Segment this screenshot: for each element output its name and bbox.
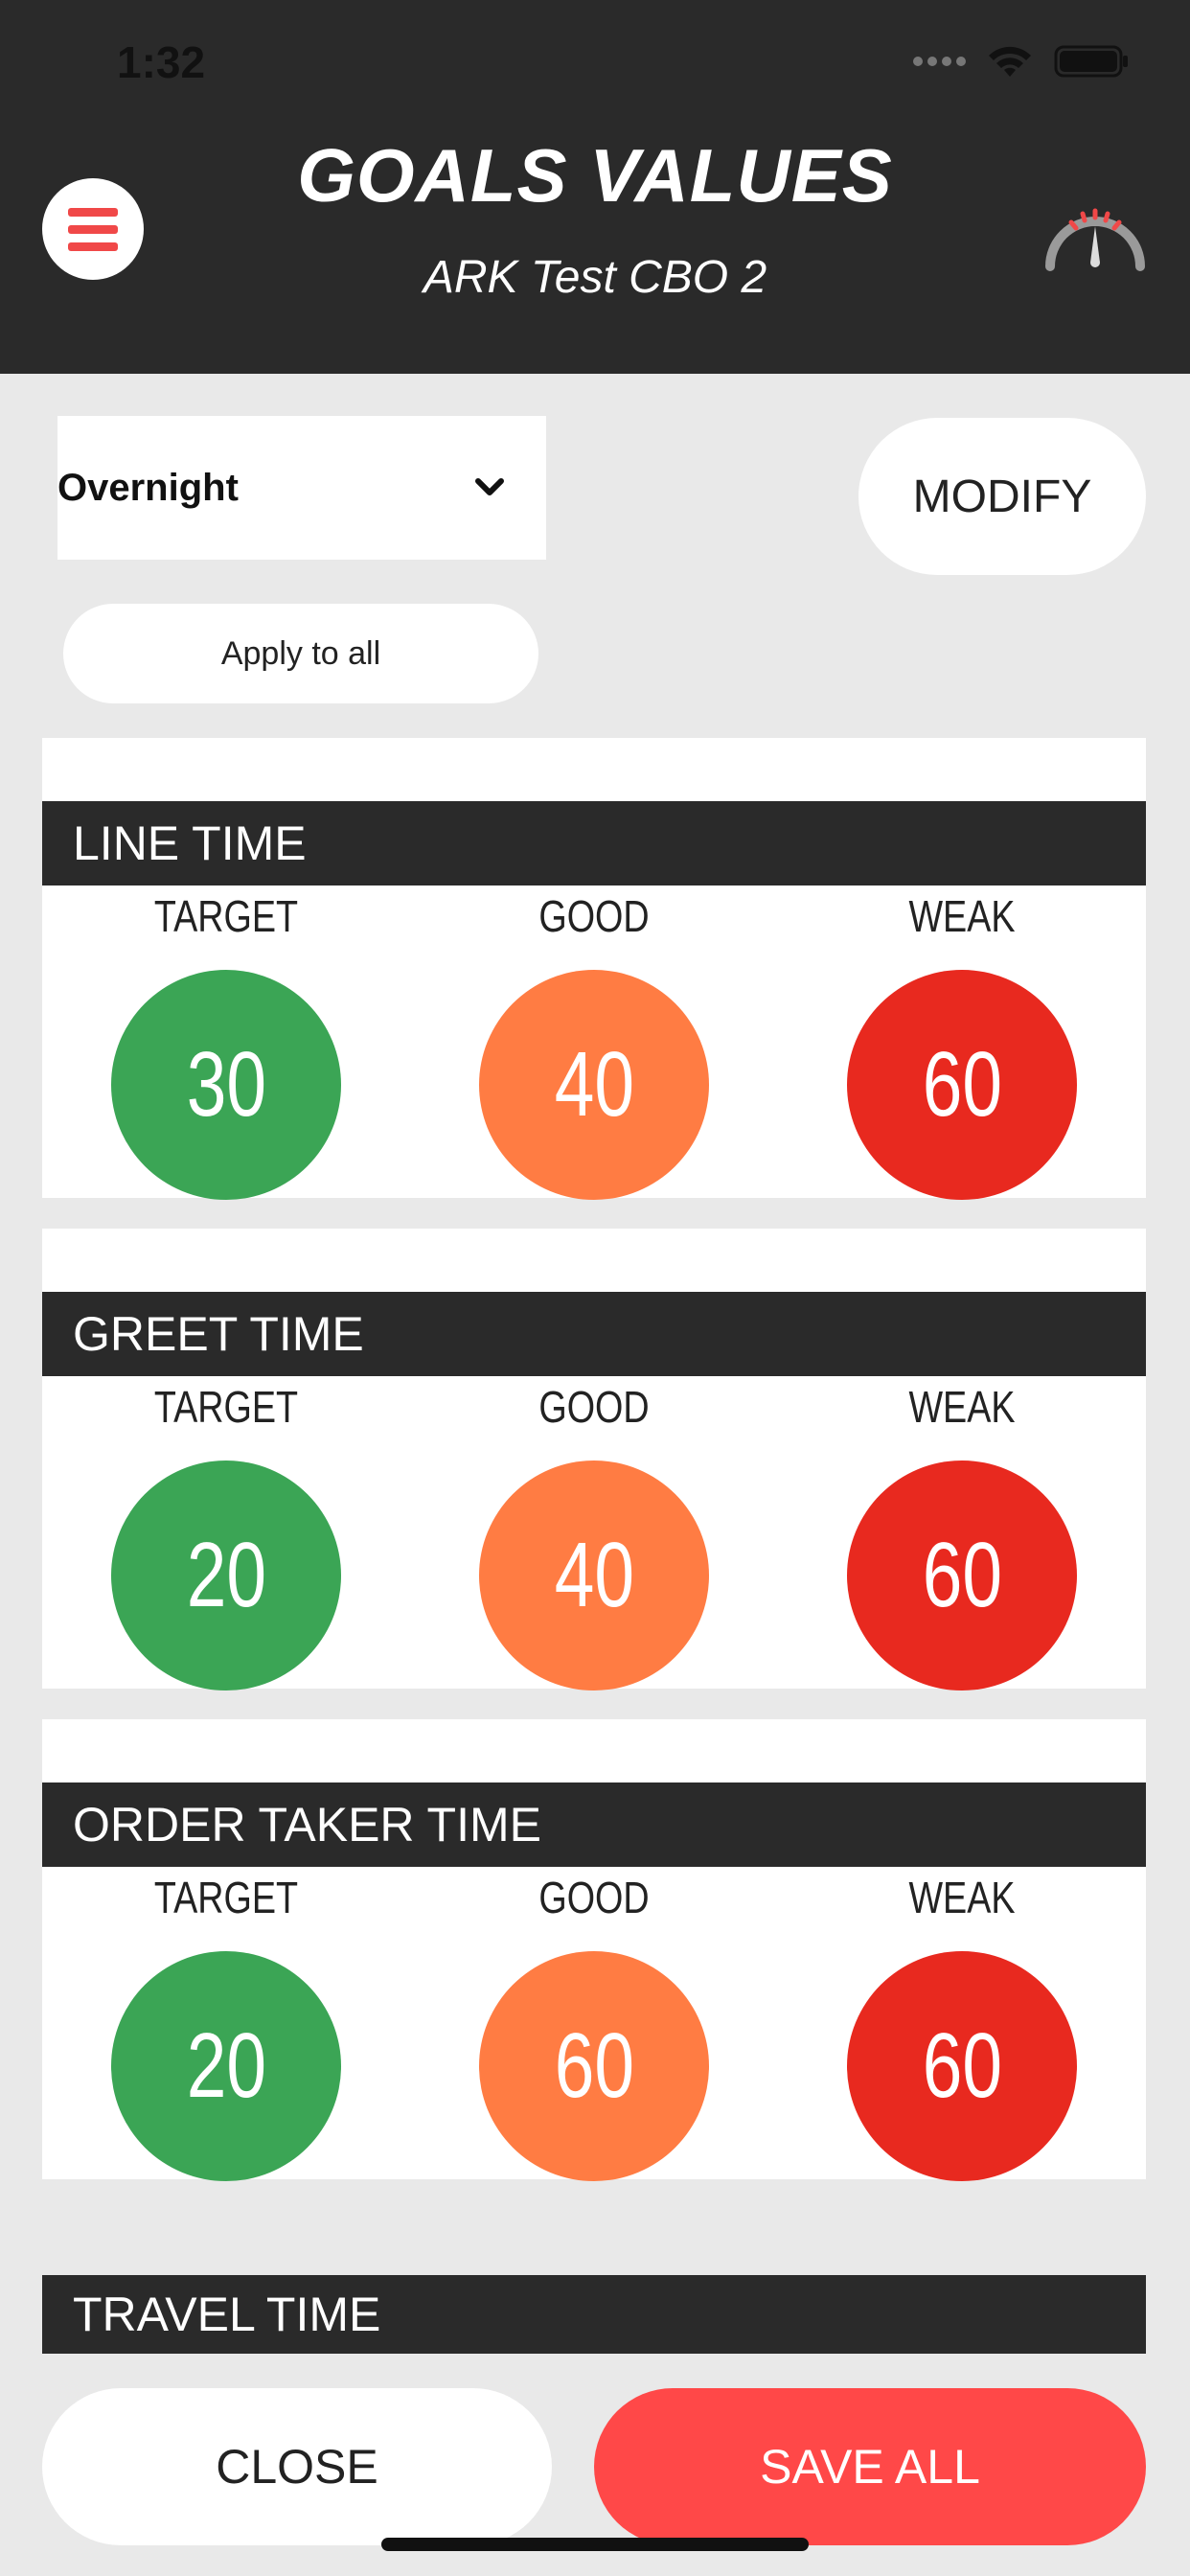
metric-title: LINE TIME <box>42 801 1146 886</box>
page-title: GOALS VALUES <box>297 133 893 218</box>
weak-value-circle[interactable]: 60 <box>847 970 1077 1200</box>
metric-title: ORDER TAKER TIME <box>42 1782 1146 1867</box>
app-header: 1:32 GOALS VALUES ARK Test CBO 2 <box>0 0 1190 374</box>
target-value-circle[interactable]: 20 <box>111 1951 341 2181</box>
metric-label: WEAK <box>908 1873 1016 1922</box>
metric-label: GOOD <box>538 1382 650 1432</box>
metric-weak[interactable]: WEAK 60 <box>778 1376 1146 1690</box>
metric-label: TARGET <box>153 1873 299 1922</box>
metric-label: TARGET <box>153 891 299 941</box>
store-name: ARK Test CBO 2 <box>423 252 767 303</box>
metric-label: WEAK <box>908 1382 1016 1432</box>
metric-label: WEAK <box>908 891 1016 941</box>
weak-value-circle[interactable]: 60 <box>847 1460 1077 1690</box>
good-value-circle[interactable]: 60 <box>479 1951 709 2181</box>
chevron-down-icon <box>475 478 504 495</box>
daypart-select-value: Overnight <box>57 466 239 509</box>
metric-title-travel-time: TRAVEL TIME <box>42 2275 1146 2354</box>
metric-weak[interactable]: WEAK 60 <box>778 1867 1146 2181</box>
metric-card-line-time: LINE TIME TARGET 30 GOOD 40 WEAK 60 <box>42 738 1146 1200</box>
close-button[interactable]: CLOSE <box>42 2388 552 2545</box>
status-time: 1:32 <box>117 37 206 87</box>
metric-target[interactable]: TARGET 20 <box>42 1376 410 1690</box>
modify-button[interactable]: MODIFY <box>858 418 1146 575</box>
target-value-circle[interactable]: 30 <box>111 970 341 1200</box>
metric-good[interactable]: GOOD 40 <box>410 886 778 1200</box>
daypart-select[interactable]: Overnight <box>57 416 546 560</box>
metric-card-greet-time: GREET TIME TARGET 20 GOOD 40 WEAK 60 <box>42 1229 1146 1690</box>
weak-value-circle[interactable]: 60 <box>847 1951 1077 2181</box>
metric-title: GREET TIME <box>42 1292 1146 1376</box>
metric-card-order-taker-time: ORDER TAKER TIME TARGET 20 GOOD 60 WEAK … <box>42 1719 1146 2181</box>
metric-label: TARGET <box>153 1382 299 1432</box>
good-value-circle[interactable]: 40 <box>479 1460 709 1690</box>
status-icons <box>913 44 1131 79</box>
metric-label: GOOD <box>538 891 650 941</box>
metric-label: GOOD <box>538 1873 650 1922</box>
good-value-circle[interactable]: 40 <box>479 970 709 1200</box>
target-value-circle[interactable]: 20 <box>111 1460 341 1690</box>
save-all-button[interactable]: SAVE ALL <box>594 2388 1146 2545</box>
metric-target[interactable]: TARGET 20 <box>42 1867 410 2181</box>
metric-good[interactable]: GOOD 60 <box>410 1867 778 2181</box>
apply-to-all-button[interactable]: Apply to all <box>63 604 538 703</box>
battery-icon <box>1054 45 1128 78</box>
speedometer-icon[interactable] <box>1042 188 1148 274</box>
metric-weak[interactable]: WEAK 60 <box>778 886 1146 1200</box>
metric-good[interactable]: GOOD 40 <box>410 1376 778 1690</box>
wifi-icon <box>989 46 1031 77</box>
signal-icon <box>913 57 966 66</box>
home-indicator[interactable] <box>381 2538 809 2551</box>
metric-target[interactable]: TARGET 30 <box>42 886 410 1200</box>
